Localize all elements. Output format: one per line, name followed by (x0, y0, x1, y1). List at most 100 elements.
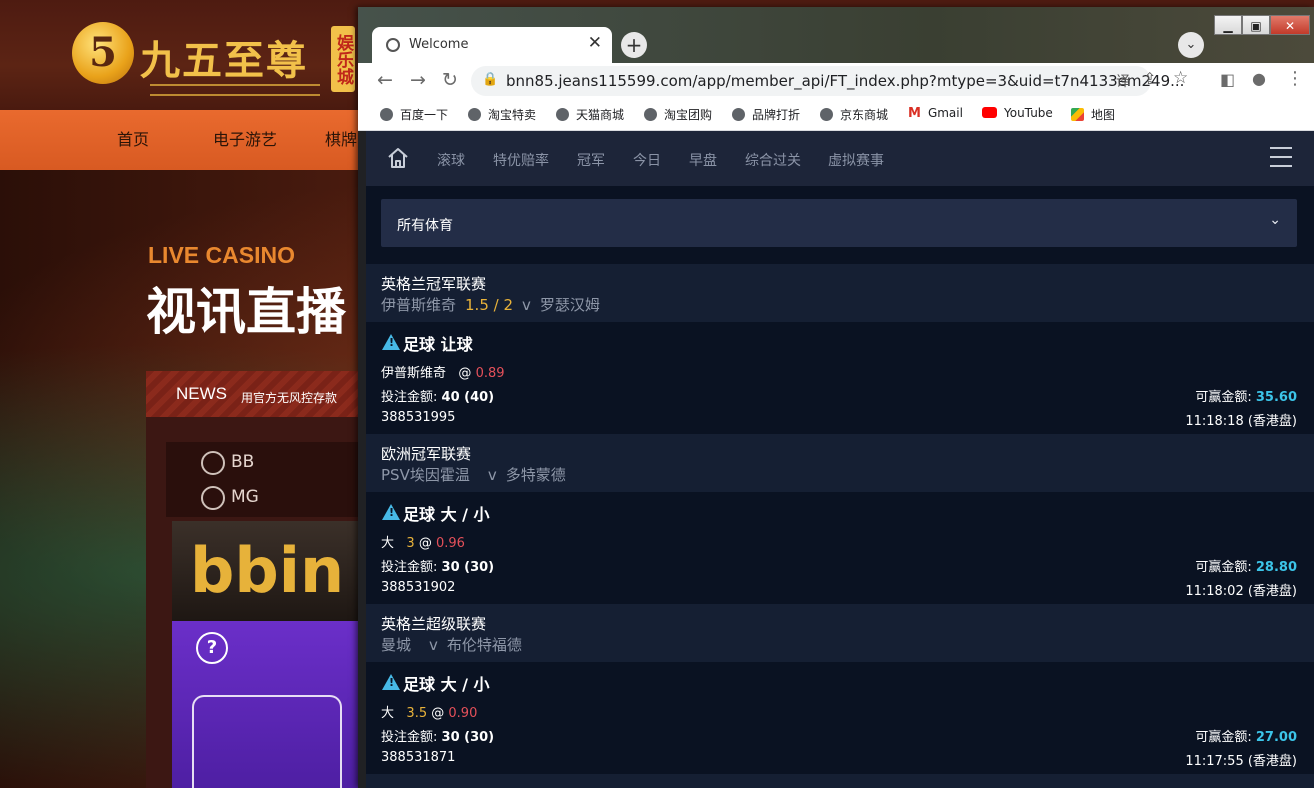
new-tab-button[interactable]: + (621, 32, 647, 58)
tab-welcome[interactable]: Welcome ✕ (372, 27, 612, 63)
provider-mg[interactable]: MG (231, 487, 259, 507)
hamburger-menu-icon[interactable] (1270, 147, 1292, 167)
bookmark-star-icon[interactable]: ☆ (1173, 68, 1188, 88)
bookmark-baidu[interactable]: 百度一下 (380, 106, 448, 123)
url-text[interactable]: bnn85.jeans115599.com/app/member_api/FT_… (506, 72, 1184, 90)
bet-match-header: 英格兰超级联赛 曼城 v 布伦特福德 (366, 604, 1314, 662)
match-teams: PSV埃因霍温 v 多特蒙德 (381, 464, 575, 485)
bookmark-maps[interactable]: 地图 (1071, 106, 1115, 123)
back-arrow-icon[interactable]: ← (377, 69, 393, 91)
pick-line: 3 (406, 536, 415, 551)
minimize-button[interactable]: ▁ (1214, 15, 1242, 35)
news-label: NEWS (176, 384, 227, 403)
bet-type: 足球 让球 (403, 335, 473, 354)
bookmark-youtube[interactable]: YouTube (982, 106, 1053, 120)
bookmark-taobao-sale[interactable]: 淘宝特卖 (468, 106, 536, 123)
bookmark-tmall[interactable]: 天猫商城 (556, 106, 624, 123)
globe-icon (386, 38, 400, 52)
browser-window: Welcome ✕ + ⌄ ▁ ▣ ✕ ← → ↻ 🔒 bnn85.jeans1… (358, 7, 1314, 788)
at-symbol: @ (431, 706, 445, 721)
pick-label: 大 (381, 536, 395, 551)
win-value: 28.80 (1255, 560, 1297, 575)
stake: 投注金额: 30 (30) (381, 556, 494, 575)
home-icon[interactable] (386, 146, 410, 170)
translate-icon[interactable]: 译 (1116, 71, 1130, 91)
casino-logo-tag: 娱乐城 (331, 26, 355, 92)
sports-nav: 滚球 特优赔率 冠军 今日 早盘 综合过关 虚拟赛事 (366, 131, 1314, 186)
tab-close-icon[interactable]: ✕ (588, 33, 602, 53)
handicap-line: 1.5 / 2 (465, 296, 514, 314)
bet-type: 足球 大 / 小 (403, 675, 490, 694)
bet-slip-row: ! 足球 大 / 小 大 3.5 @ 0.90 投注金额: 30 (30) 可赢… (366, 662, 1314, 774)
potential-win: 可赢金额: 27.00 (1195, 726, 1297, 745)
versus-label: v (522, 296, 531, 314)
browser-toolbar: ← → ↻ 🔒 bnn85.jeans115599.com/app/member… (358, 63, 1314, 99)
bookmark-label: YouTube (1004, 106, 1053, 120)
casino-nav-slots[interactable]: 电子游艺 (213, 110, 277, 170)
bet-time: 11:17:55 (香港盘) (1185, 754, 1297, 769)
globe-icon (556, 108, 569, 121)
lock-icon[interactable]: 🔒 (482, 72, 498, 87)
help-icon[interactable]: ? (196, 632, 228, 664)
tab-best-odds[interactable]: 特优赔率 (493, 150, 549, 170)
forward-arrow-icon[interactable]: → (410, 69, 426, 91)
bet-slip-row: ! 足球 让球 伊普斯维奇 @ 0.89 投注金额: 40 (40) 可赢金额:… (366, 322, 1314, 434)
at-symbol: @ (458, 366, 472, 381)
side-panel-icon[interactable]: ◧ (1220, 70, 1235, 89)
window-controls: ▁ ▣ ✕ (1214, 15, 1314, 37)
bet-selection: 伊普斯维奇 @ 0.89 (381, 362, 505, 381)
bookmark-gmail[interactable]: M Gmail (908, 106, 963, 121)
stake: 投注金额: 40 (40) (381, 386, 494, 405)
live-casino-title: 视讯直播 (146, 283, 346, 341)
warning-mark: ! (389, 676, 395, 689)
stake-label: 投注金额: (381, 560, 438, 575)
provider-list: BB MG (166, 442, 360, 517)
win-label: 可赢金额: (1195, 560, 1252, 575)
more-menu-icon[interactable]: ⋮ (1286, 68, 1304, 89)
reload-icon[interactable]: ↻ (442, 69, 458, 91)
bookmark-jd[interactable]: 京东商城 (820, 106, 888, 123)
sport-filter-select[interactable]: 所有体育 ⌄ (381, 199, 1297, 247)
bookmark-taobao-group[interactable]: 淘宝团购 (644, 106, 712, 123)
tab-virtual[interactable]: 虚拟赛事 (828, 150, 884, 170)
casino-nav-cards[interactable]: 棋牌 (325, 110, 357, 170)
at-symbol: @ (418, 536, 432, 551)
bookmark-brand-discount[interactable]: 品牌打折 (732, 106, 800, 123)
potential-win: 可赢金额: 28.80 (1195, 556, 1297, 575)
casino-nav-home[interactable]: 首页 (117, 110, 149, 170)
odds-value: 0.96 (435, 536, 465, 551)
globe-icon (468, 108, 481, 121)
share-icon[interactable]: ⇪ (1143, 69, 1156, 88)
tab-outright[interactable]: 冠军 (577, 150, 605, 170)
provider-bb[interactable]: BB (231, 452, 254, 472)
bet-time: 11:18:18 (香港盘) (1185, 414, 1297, 429)
tab-search-button[interactable]: ⌄ (1178, 32, 1204, 58)
versus-label: v (487, 466, 497, 484)
tab-parlay[interactable]: 综合过关 (745, 150, 801, 170)
bookmark-label: 淘宝团购 (664, 108, 713, 122)
tab-today[interactable]: 今日 (633, 150, 661, 170)
tab-early[interactable]: 早盘 (689, 150, 717, 170)
tab-in-play[interactable]: 滚球 (437, 150, 465, 170)
casino-logo-mark: 5 (72, 22, 134, 84)
profile-icon[interactable]: ● (1252, 69, 1266, 88)
bookmark-label: 淘宝特卖 (488, 108, 537, 122)
home-team: PSV埃因霍温 (381, 466, 470, 484)
pick-line: 3.5 (406, 706, 428, 721)
warning-mark: ! (389, 506, 395, 519)
gmail-icon: M (908, 106, 921, 121)
match-teams: 曼城 v 布伦特福德 (381, 634, 531, 655)
bet-match-header: 英格兰冠军联赛 伊普斯维奇 1.5 / 2 v 罗瑟汉姆 (366, 264, 1314, 322)
address-bar[interactable]: 🔒 bnn85.jeans115599.com/app/member_api/F… (471, 66, 1188, 96)
maximize-button[interactable]: ▣ (1242, 15, 1270, 35)
bb-chip-icon (201, 451, 225, 475)
bbin-logo[interactable]: bbin (172, 521, 360, 621)
bookmark-label: 地图 (1091, 108, 1116, 122)
bookmark-label: 百度一下 (400, 108, 449, 122)
away-team: 罗瑟汉姆 (539, 296, 600, 314)
next-bet-header (366, 774, 1314, 788)
close-window-button[interactable]: ✕ (1270, 15, 1310, 35)
stake-label: 投注金额: (381, 730, 438, 745)
news-text: 用官方无风控存款 (241, 391, 338, 405)
bet-id: 388531902 (381, 580, 456, 595)
